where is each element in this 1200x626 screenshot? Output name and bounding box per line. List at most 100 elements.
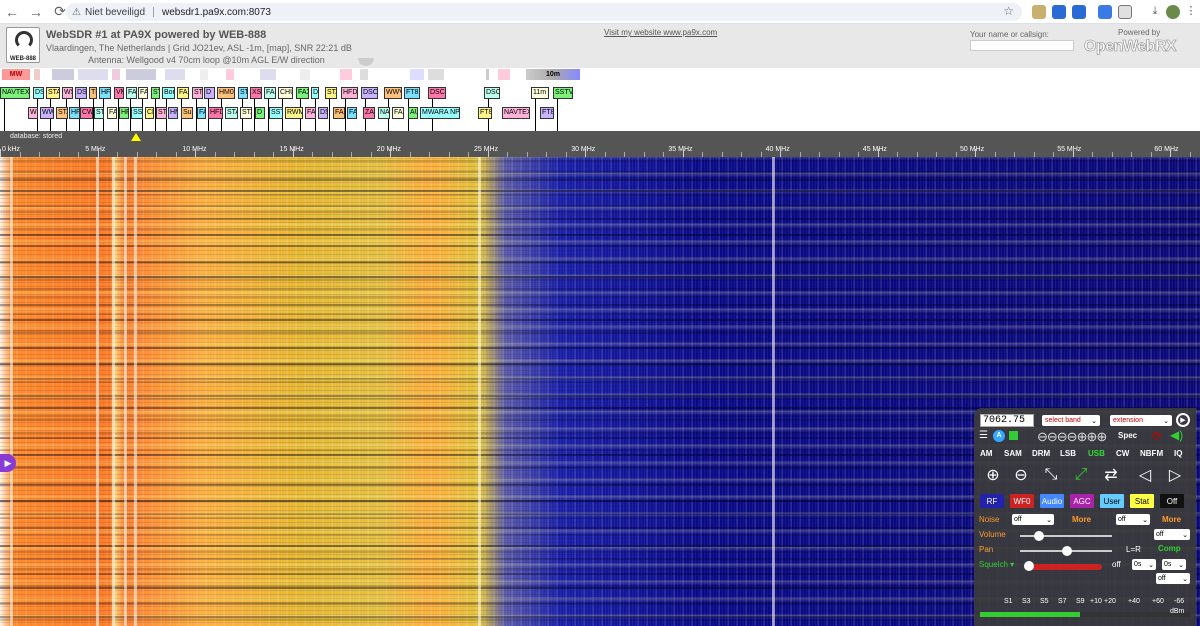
comp-button[interactable]: Comp xyxy=(1158,544,1181,553)
station-tag[interactable]: HF xyxy=(69,107,80,119)
station-tag[interactable]: HFL xyxy=(99,87,111,99)
station-tag[interactable]: NAVTEX xyxy=(502,107,530,119)
noise-dropdown-1[interactable]: off ⌄ xyxy=(1012,514,1054,525)
zoom-in-icon[interactable]: ⊕ xyxy=(982,464,1004,486)
callsign-input[interactable] xyxy=(970,40,1074,51)
address-bar[interactable]: ⚠ Niet beveiligd websdr1.pa9x.com:8073 ☆ xyxy=(66,3,1022,21)
pan-knob[interactable] xyxy=(1062,546,1072,556)
station-tag[interactable]: STA xyxy=(240,107,252,119)
tab-stat[interactable]: Stat xyxy=(1130,494,1154,508)
download-icon[interactable]: ⤓ xyxy=(1148,5,1162,19)
station-tag[interactable]: WS xyxy=(62,87,73,99)
station-tag[interactable]: HF xyxy=(119,107,129,119)
station-tag[interactable]: DSC xyxy=(484,87,500,99)
squelch-dropdown[interactable]: off ⌄ xyxy=(1156,573,1190,584)
squelch-tail-2[interactable]: 0s ⌄ xyxy=(1162,559,1186,570)
auto-icon[interactable]: A xyxy=(993,430,1005,442)
band-segment[interactable] xyxy=(112,69,120,80)
extension-icon[interactable] xyxy=(1032,5,1046,19)
squelch-slider[interactable] xyxy=(1024,564,1102,570)
band-10m[interactable]: 10m xyxy=(526,69,580,80)
station-tag[interactable]: DS xyxy=(318,107,328,119)
more-button-1[interactable]: More xyxy=(1072,515,1091,524)
back-icon[interactable]: ← xyxy=(0,0,24,24)
band-segment[interactable] xyxy=(498,69,510,80)
station-tag[interactable]: SST xyxy=(269,107,283,119)
mode-usb[interactable]: USB xyxy=(1088,449,1105,460)
tab-wf0[interactable]: WF0 xyxy=(1010,494,1034,508)
spec-button[interactable]: Spec xyxy=(1118,431,1137,440)
station-tag[interactable]: NAV xyxy=(378,107,390,119)
band-segment[interactable] xyxy=(78,69,108,80)
station-tag[interactable]: STA xyxy=(156,107,167,119)
security-label[interactable]: Niet beveiligd xyxy=(85,7,145,18)
select-band-dropdown[interactable]: select band ⌄ xyxy=(1042,415,1100,426)
station-tag[interactable]: ZAR xyxy=(363,107,375,119)
station-tag[interactable]: DSC xyxy=(428,87,446,99)
station-tag[interactable]: HM xyxy=(168,107,178,119)
menu-icon[interactable]: ⋮ xyxy=(1184,5,1198,19)
website-link[interactable]: Visit my website www.pa9x.com xyxy=(604,28,717,37)
station-tag[interactable]: TH xyxy=(89,87,97,99)
station-tag[interactable]: DS xyxy=(33,87,44,99)
station-tag[interactable]: WWV xyxy=(384,87,402,99)
station-tag[interactable]: FT8 xyxy=(540,107,554,119)
station-tag[interactable]: FAX xyxy=(333,107,345,119)
url-text[interactable]: websdr1.pa9x.com:8073 xyxy=(162,7,271,18)
station-tag[interactable]: XSC xyxy=(250,87,262,99)
station-tag[interactable]: FAX xyxy=(138,87,148,99)
station-tag[interactable]: D xyxy=(204,87,215,99)
more-button-2[interactable]: More xyxy=(1162,515,1181,524)
extension-icon[interactable] xyxy=(1098,5,1112,19)
station-tag[interactable]: D xyxy=(255,107,265,119)
mode-iq[interactable]: IQ xyxy=(1174,449,1182,460)
frequency-scale[interactable]: database: stored 0 kHz 5 MHz 10 MHz 15 MHz 2… xyxy=(0,131,1200,157)
station-tag[interactable]: STA xyxy=(192,87,203,99)
band-segment[interactable] xyxy=(340,69,352,80)
extension-icon[interactable] xyxy=(1052,5,1066,19)
band-segment[interactable] xyxy=(226,69,234,80)
mode-cw[interactable]: CW xyxy=(1116,449,1129,460)
swap-icon[interactable]: ⇄ xyxy=(1100,464,1122,486)
step-back-icon[interactable]: ◁ xyxy=(1134,464,1156,486)
station-tag[interactable]: 11m xyxy=(531,87,549,99)
station-tag[interactable]: RWM xyxy=(285,107,303,119)
station-tag[interactable]: Bon xyxy=(162,87,175,99)
extension-icon[interactable] xyxy=(1072,5,1086,19)
station-tag[interactable]: FAX xyxy=(197,107,206,119)
station-tag[interactable]: SST xyxy=(131,107,143,119)
mode-sam[interactable]: SAM xyxy=(1004,449,1022,460)
tab-rf[interactable]: RF xyxy=(980,494,1004,508)
station-tag[interactable]: STA xyxy=(238,87,248,99)
zoom-out-icon[interactable]: ⊖ xyxy=(1010,464,1032,486)
station-tag[interactable]: FAX xyxy=(305,107,316,119)
station-tag[interactable]: STA xyxy=(225,107,238,119)
band-segment[interactable] xyxy=(126,69,156,80)
step-forward-icon[interactable]: ▷ xyxy=(1164,464,1186,486)
band-segment[interactable] xyxy=(410,69,424,80)
station-tag[interactable]: Su xyxy=(181,107,193,119)
mode-drm[interactable]: DRM xyxy=(1032,449,1050,460)
band-segment[interactable] xyxy=(260,69,276,80)
tuning-marker[interactable] xyxy=(131,133,141,141)
band-segment[interactable] xyxy=(165,69,185,80)
station-tag[interactable]: FAX xyxy=(126,87,137,99)
puzzle-icon[interactable] xyxy=(1118,5,1132,19)
station-tag[interactable]: STA xyxy=(56,107,68,119)
tab-off[interactable]: Off xyxy=(1160,494,1184,508)
station-tag[interactable]: VM xyxy=(114,87,124,99)
band-segment[interactable] xyxy=(486,69,489,80)
band-segment[interactable] xyxy=(52,69,74,80)
station-tag[interactable]: HFDL xyxy=(341,87,358,99)
station-tag[interactable]: WS xyxy=(28,107,38,119)
band-segment[interactable] xyxy=(428,69,444,80)
station-tag[interactable]: DSC xyxy=(361,87,378,99)
play-icon[interactable]: ▶ xyxy=(1176,413,1190,427)
band-segment[interactable] xyxy=(34,69,40,80)
station-tag[interactable]: HFDL xyxy=(208,107,223,119)
station-tag[interactable]: CH xyxy=(145,107,154,119)
station-tag[interactable]: D xyxy=(311,87,319,99)
speaker-icon[interactable]: ◀) xyxy=(1170,428,1183,442)
station-tag[interactable]: STA xyxy=(94,107,104,119)
band-segment[interactable] xyxy=(200,69,208,80)
